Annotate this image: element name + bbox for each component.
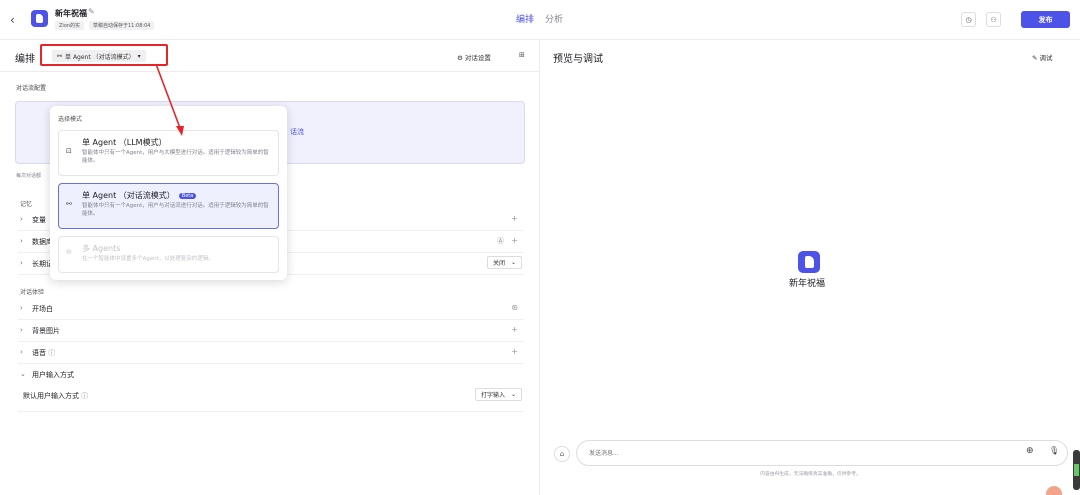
microphone-icon[interactable]: 🎙 (1049, 446, 1059, 455)
gear-icon: ⚙ (457, 54, 463, 62)
row-label: 背景图片 (32, 327, 60, 335)
multi-agent-icon: ⊖ (66, 248, 72, 256)
info-icon: ⓘ (48, 349, 56, 357)
annotation-highlight-box (40, 44, 168, 66)
chevron-right-icon: › (20, 237, 23, 245)
chevron-left-icon[interactable]: ‹ (10, 13, 15, 27)
option-title-text: 单 Agent （对话流模式） (82, 191, 175, 200)
broom-icon: ⌂ (559, 450, 565, 458)
beta-badge: Beta (178, 192, 197, 199)
option-title: 单 Agent （LLM模式） (82, 138, 167, 147)
row-default-input: 默认用户输入方式 ⓘ 打字输入 ⌄ (18, 386, 524, 412)
option-desc: 在一个智能体中设置多个Agent，以处理复杂的逻辑。 (82, 256, 214, 262)
row-user-input-mode[interactable]: ⌄ 用户输入方式 (18, 365, 524, 386)
option-single-agent-flow[interactable]: ⚯ 单 Agent （对话流模式） Beta 智能体中只有一个Agent，用户与对… (58, 183, 279, 229)
ai-disclaimer: 内容由AI生成，无法确保真实准确，仅供参考。 (760, 472, 861, 477)
dialog-settings-label: 对话设置 (464, 54, 491, 62)
chevron-right-icon: › (20, 304, 23, 312)
debug-button[interactable]: ✎ 调试 (1032, 52, 1053, 62)
preview-title: 预览与调试 (553, 54, 603, 65)
users-icon: ⚇ (990, 15, 997, 24)
option-desc: 智能体中只有一个Agent，用户与对话流进行对话。适用于逻辑较为简单的智能体。 (82, 203, 269, 217)
option-desc: 智能体中只有一个Agent，用户与大模型进行对话。适用于逻辑较为简单的智能体。 (82, 150, 269, 164)
long-term-memory-select[interactable]: 关闭 ⌄ (486, 256, 522, 269)
save-status: 草稿自动保存于11:08:04 (89, 21, 155, 30)
row-label: 用户输入方式 (32, 371, 74, 379)
row-label: 开场白 (32, 305, 53, 313)
publish-button[interactable]: 发布 (1021, 11, 1070, 28)
info-icon: ⓘ (81, 392, 89, 400)
add-attachment-icon[interactable]: ⊕ (1026, 446, 1034, 456)
auto-icon[interactable]: Ⓐ (497, 236, 504, 246)
dialog-settings-button[interactable]: ⚙ 对话设置 (457, 52, 491, 62)
side-widget[interactable] (1073, 450, 1080, 490)
each-dialog-label: 每次对话都 (16, 173, 42, 179)
option-title: 单 Agent （对话流模式） Beta (82, 190, 197, 201)
chevron-down-icon: ⌄ (20, 370, 26, 378)
bot-name: 新年祝福 (789, 279, 826, 289)
plus-icon[interactable]: + (511, 347, 518, 356)
top-bar: ‹ 新年祝福 ✎ Zion的实 草稿自动保存于11:08:04 编排 分析 ◷ … (0, 0, 1080, 40)
chevron-right-icon: › (20, 215, 23, 223)
collaborator-button[interactable]: ⚇ (986, 12, 1001, 27)
row-voice[interactable]: › 语音 ⓘ + (18, 343, 524, 364)
edit-icon[interactable]: ✎ (88, 7, 95, 16)
debug-label: 调试 (1039, 54, 1053, 62)
plus-icon[interactable]: + (511, 214, 518, 223)
clock-icon: ◷ (965, 15, 972, 24)
bot-avatar-icon (798, 251, 820, 273)
avatar[interactable] (1046, 486, 1062, 495)
default-input-select[interactable]: 打字输入 ⌄ (474, 388, 522, 401)
row-opening[interactable]: › 开场白 ⊛ (18, 299, 524, 320)
option-title: 多 Agents (82, 244, 121, 253)
space-tag: Zion的实 (55, 21, 85, 30)
message-input[interactable] (576, 440, 1068, 466)
select-value: 打字输入 (480, 392, 505, 399)
chevron-right-icon: › (20, 326, 23, 334)
row-label: 语音 ⓘ (32, 348, 55, 358)
history-button[interactable]: ◷ (961, 12, 976, 27)
layout-icon[interactable]: ⊞ (519, 51, 525, 59)
chevron-right-icon: › (20, 348, 23, 356)
panel-title: 编排 (15, 54, 35, 65)
option-single-agent-llm[interactable]: ⊡ 单 Agent （LLM模式） 智能体中只有一个Agent，用户与大模型进行… (58, 130, 279, 176)
experience-section-title: 对话体验 (20, 289, 45, 296)
tab-analyze[interactable]: 分析 (545, 12, 563, 25)
tab-arrange[interactable]: 编排 (516, 12, 534, 25)
popup-title: 选择模式 (58, 116, 83, 123)
arrange-header: 编排 ⚯ 单 Agent （对话流模式） ▾ ⚙ 对话设置 ⊞ (0, 40, 540, 72)
plus-icon[interactable]: + (511, 325, 518, 334)
flow-icon: ⚯ (66, 200, 72, 208)
chevron-down-icon: ⌄ (510, 391, 516, 398)
memory-section-title: 记忆 (20, 201, 33, 208)
row-label: 变量 (32, 216, 46, 224)
wrench-icon: ✎ (1032, 54, 1038, 62)
chevron-right-icon: › (20, 259, 23, 267)
arrange-panel: 编排 ⚯ 单 Agent （对话流模式） ▾ ⚙ 对话设置 ⊞ 对话流配置 话流… (0, 40, 540, 495)
chevron-down-icon: ⌄ (510, 259, 516, 266)
workflow-box-text[interactable]: 话流 (290, 127, 304, 137)
row-label-text: 语音 (32, 349, 46, 357)
mode-dropdown-menu: 选择模式 ⊡ 单 Agent （LLM模式） 智能体中只有一个Agent，用户与… (50, 106, 287, 280)
clear-history-button[interactable]: ⌂ (554, 446, 570, 462)
option-multi-agents: ⊖ 多 Agents 在一个智能体中设置多个Agent，以处理复杂的逻辑。 (58, 236, 279, 273)
plus-icon[interactable]: + (511, 236, 518, 245)
preview-panel: 预览与调试 ✎ 调试 新年祝福 ⌂ ⊕ 🎙 内容由AI生成，无法确保真实准确，仅… (541, 40, 1080, 495)
sparkle-icon[interactable]: ⊛ (511, 303, 518, 312)
row-label: 默认用户输入方式 ⓘ (23, 391, 88, 401)
llm-icon: ⊡ (66, 147, 72, 155)
app-title: 新年祝福 (55, 9, 87, 18)
row-background-image[interactable]: › 背景图片 + (18, 321, 524, 342)
select-value: 关闭 (492, 260, 505, 267)
row-label-text: 默认用户输入方式 (23, 392, 79, 400)
bot-logo-icon (31, 10, 48, 27)
conf-label: 对话流配置 (16, 85, 47, 92)
